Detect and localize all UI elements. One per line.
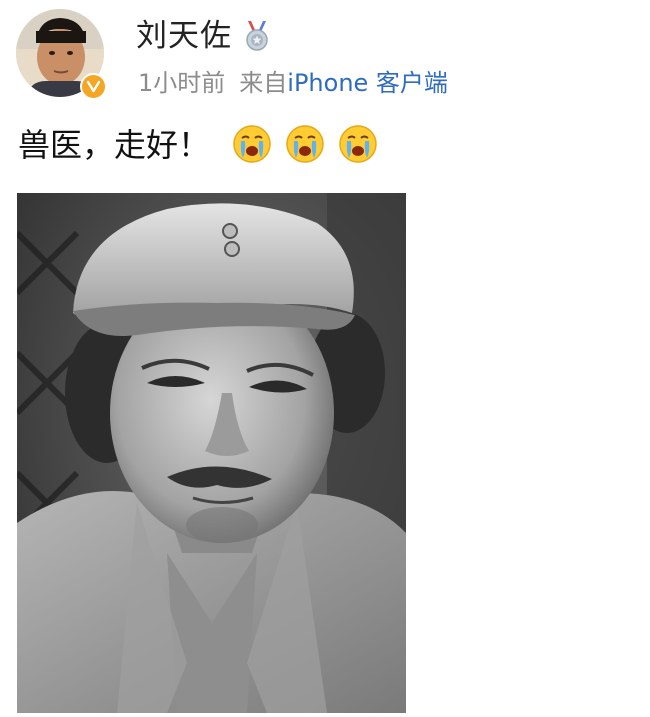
crying-face-emoji: [233, 125, 271, 163]
emoji-group: [232, 124, 386, 168]
source-link[interactable]: iPhone 客户端: [287, 69, 448, 97]
post-time: 1小时前: [138, 69, 226, 97]
from-label: 来自: [239, 69, 288, 97]
post-meta: 1小时前 来自iPhone 客户端: [138, 66, 448, 100]
username[interactable]: 刘天佐: [136, 16, 232, 56]
post-photo[interactable]: [17, 193, 406, 713]
medal-icon[interactable]: [244, 20, 270, 52]
portrait-photo: [17, 193, 406, 713]
crying-face-emoji: [339, 125, 377, 163]
post-text: 兽医，走好！: [18, 126, 211, 164]
crying-face-emoji: [286, 125, 324, 163]
verified-badge-icon: [80, 73, 107, 100]
weibo-post: 刘天佐 1小时前 来自iPhone 客户端 兽医，走好！: [0, 0, 650, 717]
